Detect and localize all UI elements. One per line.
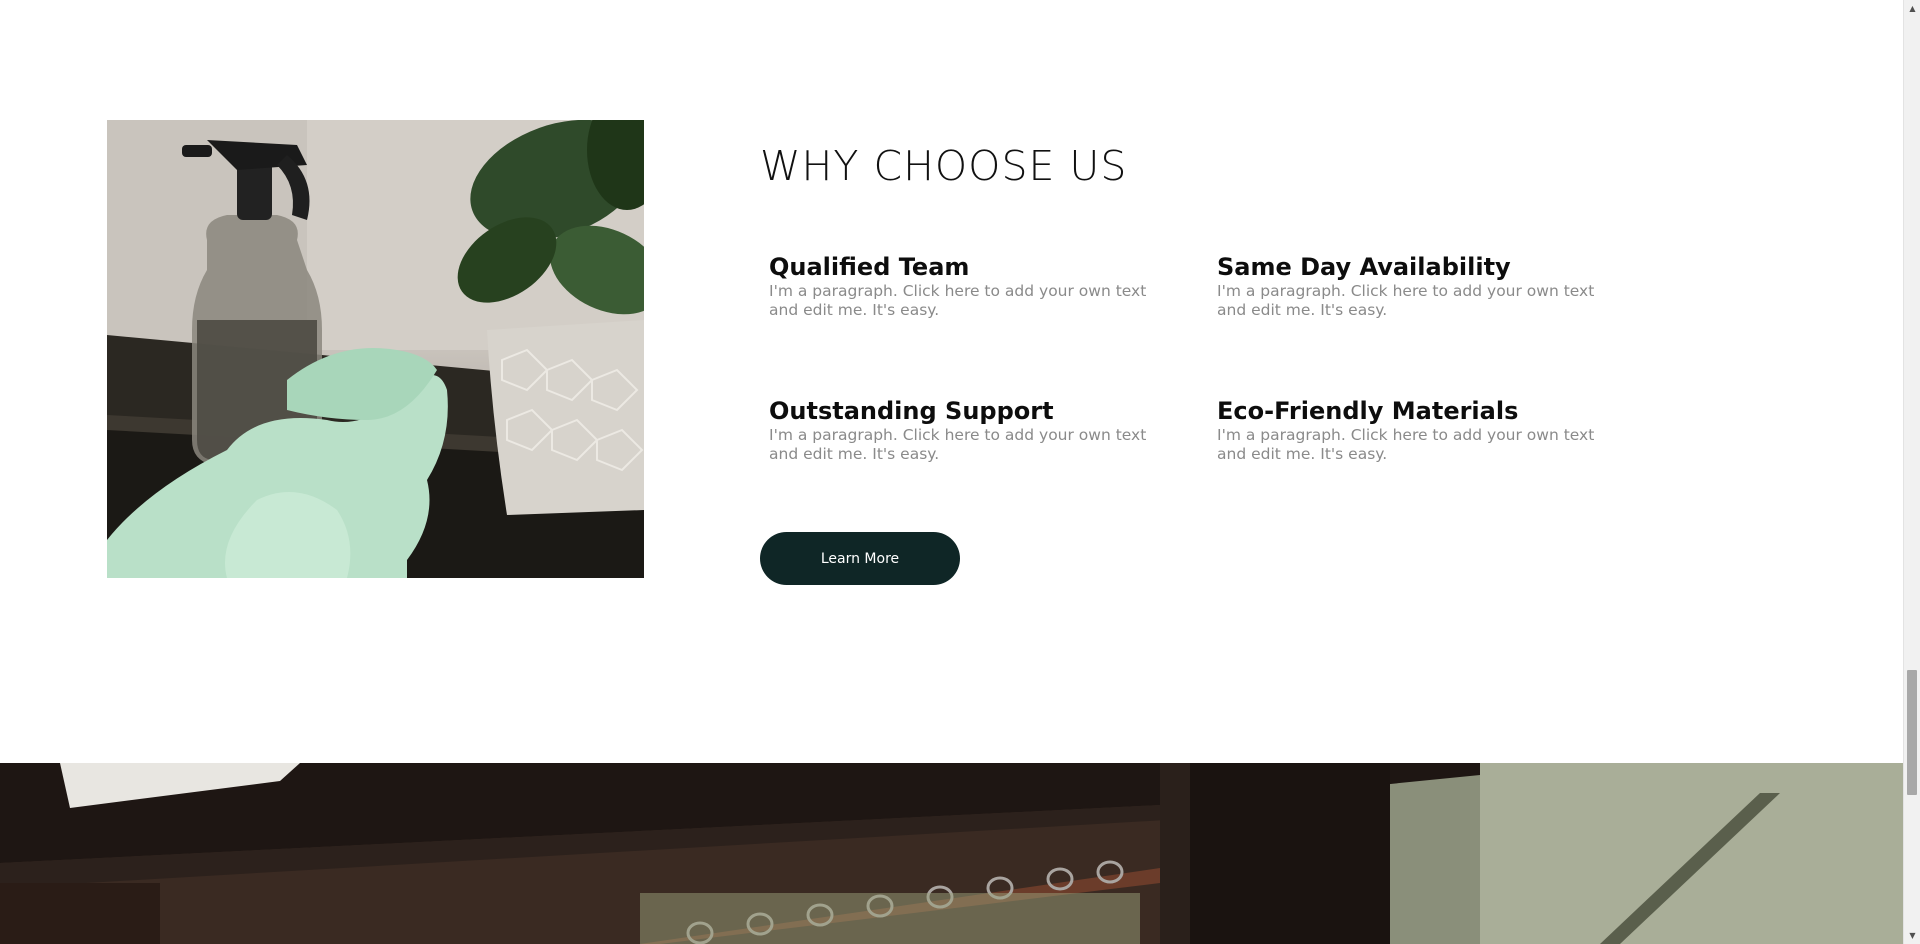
feature-photo (107, 120, 644, 578)
banner-photo (0, 763, 1903, 944)
learn-more-button[interactable]: Learn More (760, 532, 960, 585)
scrollbar-thumb[interactable] (1907, 670, 1917, 795)
feature-same-day-availability: Same Day Availability I'm a paragraph. C… (1217, 252, 1617, 320)
feature-text: I'm a paragraph. Click here to add your … (769, 282, 1147, 319)
feature-eco-friendly-materials: Eco-Friendly Materials I'm a paragraph. … (1217, 396, 1617, 464)
feature-title: Outstanding Support (769, 397, 1054, 425)
triangle-down-icon[interactable]: ▼ (1904, 927, 1920, 944)
feature-title: Same Day Availability (1217, 253, 1511, 281)
feature-text: I'm a paragraph. Click here to add your … (1217, 282, 1595, 319)
feature-text: I'm a paragraph. Click here to add your … (1217, 426, 1595, 463)
feature-title: Eco-Friendly Materials (1217, 397, 1519, 425)
vertical-scrollbar[interactable]: ▲ ▼ (1903, 0, 1920, 944)
feature-qualified-team: Qualified Team I'm a paragraph. Click he… (769, 252, 1169, 320)
page-content: WHY CHOOSE US Qualified Team I'm a parag… (0, 0, 1903, 944)
feature-text: I'm a paragraph. Click here to add your … (769, 426, 1147, 463)
feature-title: Qualified Team (769, 253, 970, 281)
triangle-up-icon[interactable]: ▲ (1904, 0, 1920, 17)
browser-viewport: WHY CHOOSE US Qualified Team I'm a parag… (0, 0, 1920, 944)
feature-outstanding-support: Outstanding Support I'm a paragraph. Cli… (769, 396, 1169, 464)
section-title: WHY CHOOSE US (760, 142, 1128, 190)
